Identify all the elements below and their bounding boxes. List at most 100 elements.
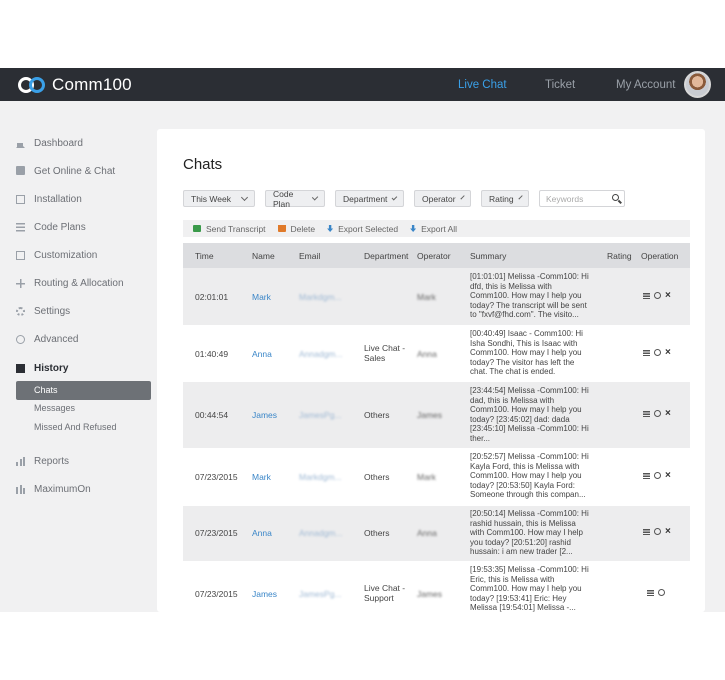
sidebar-item-maximumon[interactable]: MaximumOn <box>16 482 91 496</box>
header-rating[interactable]: Rating <box>607 251 632 261</box>
keywords-search-input[interactable]: Keywords <box>539 190 625 207</box>
table-row[interactable]: 07/23/2015 Mark Markdgm... Others Mark [… <box>183 448 690 506</box>
header-email[interactable]: Email <box>299 251 320 261</box>
edit-icon <box>16 250 25 260</box>
view-detail-icon[interactable] <box>643 349 650 356</box>
close-icon[interactable]: × <box>665 527 671 537</box>
delete-button[interactable]: Delete <box>277 224 315 234</box>
row-operations: × <box>643 291 671 301</box>
close-icon[interactable]: × <box>665 348 671 358</box>
gear-icon <box>16 306 25 316</box>
cell-name[interactable]: Anna <box>252 349 272 359</box>
code-plan-select-value: Code Plan <box>273 188 294 209</box>
nav-ticket[interactable]: Ticket <box>545 68 575 101</box>
summary-line: Melissa [19:54:01] Melissa -... <box>470 603 576 612</box>
table-row[interactable]: 01:40:49 Anna Annadgm... Live Chat - Sal… <box>183 325 690 382</box>
cell-name[interactable]: Mark <box>252 292 271 302</box>
download-icon <box>327 225 334 232</box>
action-bar: Send Transcript Delete Export Selected E… <box>183 220 690 237</box>
sidebar-item-settings[interactable]: Settings <box>16 304 70 318</box>
chevron-down-icon <box>311 193 319 201</box>
comm100-logo[interactable]: Comm100 <box>18 75 132 95</box>
clock-icon[interactable] <box>654 410 661 417</box>
maximumon-icon <box>16 484 25 494</box>
header-operation: Operation <box>641 250 679 261</box>
summary-line: chat. The chat is ended. <box>470 367 556 377</box>
summary-line: today? [19:53:41] Eric: Hey <box>470 593 567 603</box>
nav-ticket-label: Ticket <box>545 78 576 91</box>
table-row[interactable]: 02:01:01 Mark Markdgm... Mark [01:01:01]… <box>183 268 690 325</box>
clock-icon[interactable] <box>654 292 661 299</box>
cell-summary: [20:50:14] Melissa -Comm100: Hi rashid h… <box>470 509 600 557</box>
code-plan-select[interactable]: Code Plan <box>265 188 325 209</box>
clock-icon[interactable] <box>654 349 661 356</box>
clock-icon[interactable] <box>654 528 661 535</box>
cell-time: 00:44:54 <box>195 410 229 420</box>
header-time[interactable]: Time <box>195 251 214 261</box>
summary-line: today? The visitor has left the <box>470 357 575 367</box>
table-row[interactable]: 07/23/2015 Anna Annadgm... Others Anna [… <box>183 506 690 561</box>
export-selected-button[interactable]: Export Selected <box>327 224 398 234</box>
sidebar-item-get-online-chat[interactable]: Get Online & Chat <box>16 164 115 178</box>
sidebar-item-reports[interactable]: Reports <box>16 454 69 468</box>
period-select[interactable]: This Week <box>183 190 255 207</box>
view-detail-icon[interactable] <box>647 589 654 596</box>
row-operations: × <box>643 348 671 358</box>
house-icon <box>16 139 25 148</box>
sidebar-subitem-messages[interactable]: Messages <box>34 403 75 415</box>
rating-select[interactable]: Rating <box>481 190 529 207</box>
department-select-value: Department <box>343 193 388 204</box>
advanced-icon <box>16 334 25 344</box>
department-select[interactable]: Department <box>335 190 404 207</box>
sidebar-item-label: Routing & Allocation <box>34 277 124 289</box>
clock-icon[interactable] <box>658 589 665 596</box>
sidebar-item-code-plans[interactable]: Code Plans <box>16 220 86 234</box>
route-icon <box>16 278 25 288</box>
sidebar-item-advanced[interactable]: Advanced <box>16 332 78 346</box>
cell-name[interactable]: Anna <box>252 528 272 538</box>
sidebar-item-history[interactable]: History <box>16 361 68 375</box>
main-panel: Chats This Week Code Plan Department Ope… <box>157 129 705 612</box>
sidebar-item-installation[interactable]: Installation <box>16 192 82 206</box>
cell-summary: [00:40:49] Isaac - Comm100: Hi Isha Sond… <box>470 329 600 377</box>
cell-time: 07/23/2015 <box>195 472 238 482</box>
cell-email: Annadgm... <box>299 349 343 359</box>
export-all-button[interactable]: Export All <box>410 224 457 234</box>
header-operator[interactable]: Operator <box>417 251 451 261</box>
list-icon <box>16 222 25 232</box>
view-detail-icon[interactable] <box>643 528 650 535</box>
view-detail-icon[interactable] <box>643 472 650 479</box>
cell-name[interactable]: James <box>252 410 277 420</box>
operator-select[interactable]: Operator <box>414 190 471 207</box>
cell-time: 01:40:49 <box>195 349 229 359</box>
header-department[interactable]: Department <box>364 251 408 261</box>
cell-name[interactable]: James <box>252 589 277 599</box>
view-detail-icon[interactable] <box>643 292 650 299</box>
table-row[interactable]: 07/23/2015 James JamesPg... Live Chat - … <box>183 561 690 612</box>
header-name[interactable]: Name <box>252 251 275 261</box>
nav-live-chat[interactable]: Live Chat <box>458 68 507 101</box>
view-detail-icon[interactable] <box>643 410 650 417</box>
row-operations <box>647 589 669 596</box>
nav-my-account[interactable]: My Account <box>616 68 675 101</box>
cell-name[interactable]: Mark <box>252 472 271 482</box>
sidebar-item-customization[interactable]: Customization <box>16 248 97 262</box>
table-row[interactable]: 00:44:54 James JamesPg... Others James [… <box>183 382 690 448</box>
sidebar-item-dashboard[interactable]: Dashboard <box>16 136 83 150</box>
send-transcript-button[interactable]: Send Transcript <box>193 224 266 234</box>
chevron-down-icon <box>392 194 398 200</box>
logo-icon <box>18 76 48 94</box>
sidebar-subitem-chats[interactable]: Chats <box>16 381 151 400</box>
user-avatar[interactable] <box>684 71 711 98</box>
clock-icon[interactable] <box>654 472 661 479</box>
sidebar-item-routing-allocation[interactable]: Routing & Allocation <box>16 276 124 290</box>
search-icon[interactable] <box>612 194 619 201</box>
cell-department: Others <box>364 528 390 538</box>
row-operations: × <box>643 409 671 419</box>
close-icon[interactable]: × <box>665 291 671 301</box>
sidebar-subitem-missed-refused[interactable]: Missed And Refused <box>34 422 117 434</box>
summary-line: rashid hussain, this is Melissa <box>470 518 576 528</box>
close-icon[interactable]: × <box>665 409 671 419</box>
cell-operator: James <box>417 589 443 599</box>
close-icon[interactable]: × <box>665 471 671 481</box>
